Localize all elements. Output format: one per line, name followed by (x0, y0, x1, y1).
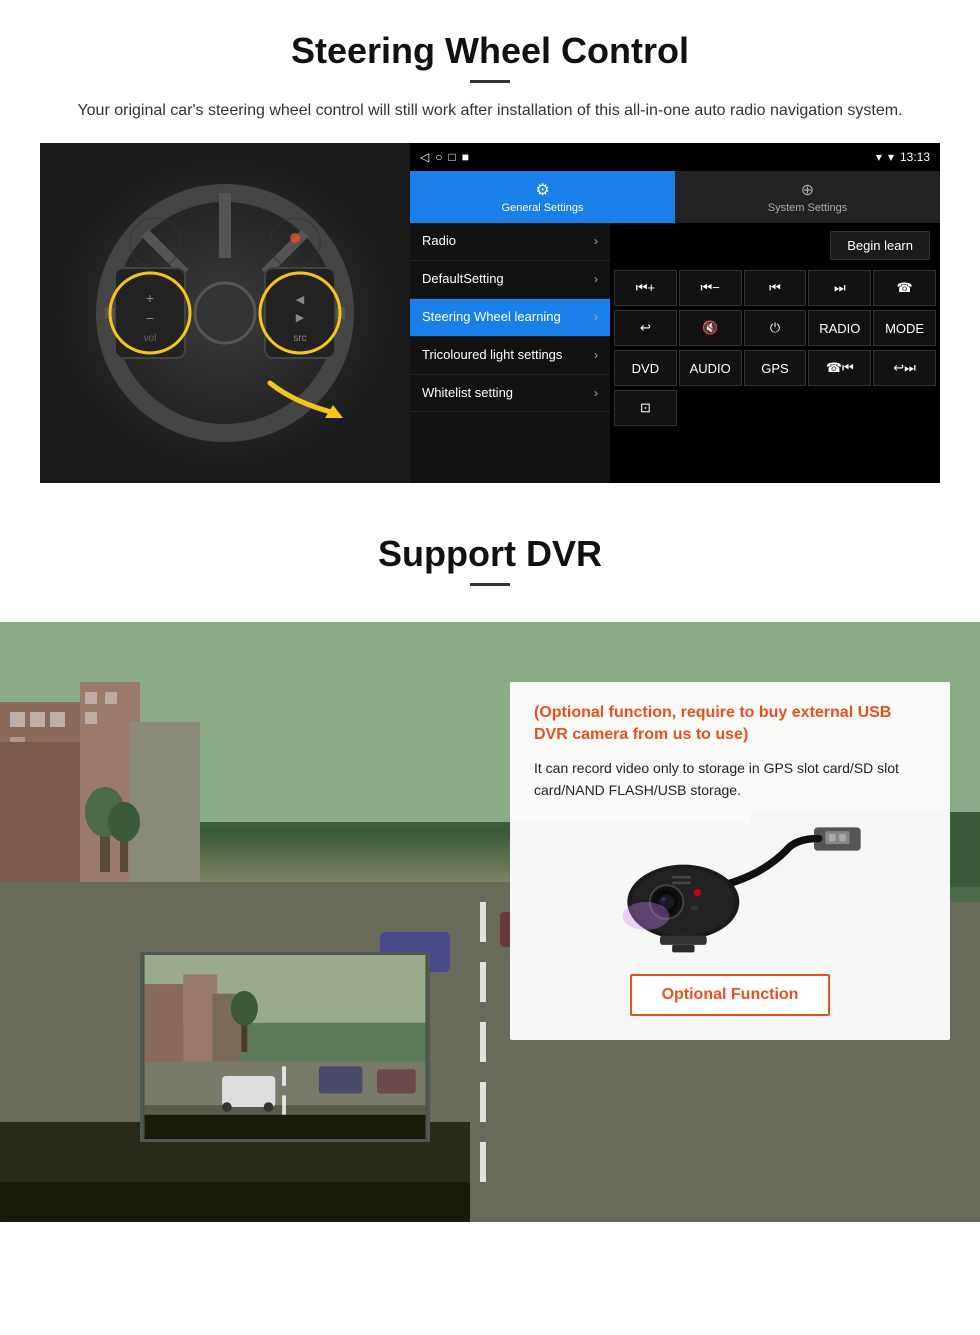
chevron-icon-4: › (594, 348, 598, 362)
menu-item-default[interactable]: DefaultSetting › (410, 261, 610, 299)
dvr-divider (470, 583, 510, 586)
dvr-title-area: Support DVR (0, 503, 980, 622)
ctrl-call-prev[interactable]: ☎⏮ (808, 350, 871, 386)
menu-tricoloured-label: Tricoloured light settings (422, 347, 562, 364)
dvr-title: Support DVR (40, 533, 940, 575)
menu-item-tricoloured[interactable]: Tricoloured light settings › (410, 337, 610, 375)
svg-text:+: + (146, 290, 154, 306)
dvr-photo-background: (Optional function, require to buy exter… (0, 622, 980, 1222)
control-panel: Begin learn ⏮+ ⏮− ⏮ ⏭ ☎ ↩ 🔇 ⏻ (610, 223, 940, 483)
controls-row-3: DVD AUDIO GPS ☎⏮ ↩⏭ (610, 348, 940, 388)
tab-general-label: General Settings (502, 202, 584, 214)
menu-area: Radio › DefaultSetting › Steering Wheel … (410, 223, 940, 483)
chevron-icon: › (594, 234, 598, 248)
signal-icon: ▾ (876, 150, 882, 164)
svg-text:◀: ◀ (296, 294, 305, 306)
dvr-camera-area (534, 818, 926, 958)
statusbar-time: 13:13 (900, 150, 930, 164)
menu-whitelist-label: Whitelist setting (422, 385, 513, 402)
steering-content-area: + − vol ◀ ▶ src (40, 143, 940, 483)
ctrl-power[interactable]: ⏻ (744, 310, 807, 346)
dvr-info-box: (Optional function, require to buy exter… (510, 682, 950, 1040)
tab-bar: ⚙ General Settings ⊕ System Settings (410, 171, 940, 223)
ctrl-vol-up[interactable]: ⏮+ (614, 270, 677, 306)
dvr-scene: (Optional function, require to buy exter… (0, 622, 980, 1222)
dvr-section: Support DVR (0, 503, 980, 1222)
nav-recents-icon: □ (448, 150, 455, 164)
ctrl-next[interactable]: ⏭ (808, 270, 871, 306)
svg-text:▶: ▶ (296, 312, 305, 324)
chevron-icon-2: › (594, 272, 598, 286)
nav-home-icon: ○ (435, 150, 442, 164)
nav-back-icon: ◁ (420, 150, 429, 164)
steering-photo: + − vol ◀ ▶ src (40, 143, 410, 483)
android-statusbar: ◁ ○ □ ■ ▾ ▾ 13:13 (410, 143, 940, 171)
menu-steering-label: Steering Wheel learning (422, 309, 561, 326)
steering-wheel-graphic: + − vol ◀ ▶ src (85, 173, 365, 453)
ctrl-extra[interactable]: ⊡ (614, 390, 677, 426)
android-ui-panel: ◁ ○ □ ■ ▾ ▾ 13:13 ⚙ General Settings ⊕ S… (410, 143, 940, 483)
controls-row-4: ⊡ (610, 388, 940, 428)
ctrl-gps[interactable]: GPS (744, 350, 807, 386)
begin-learn-row: Begin learn (610, 223, 940, 268)
dvr-camera-svg (580, 818, 880, 958)
system-icon: ⊕ (801, 180, 814, 200)
steering-photo-inner: + − vol ◀ ▶ src (40, 143, 410, 483)
controls-row-2: ↩ 🔇 ⏻ RADIO MODE (610, 308, 940, 348)
ctrl-prev[interactable]: ⏮ (744, 270, 807, 306)
menu-item-whitelist[interactable]: Whitelist setting › (410, 375, 610, 413)
ctrl-hangup[interactable]: ↩ (614, 310, 677, 346)
wifi-icon: ▾ (888, 150, 894, 164)
ctrl-vol-down[interactable]: ⏮− (679, 270, 742, 306)
begin-learn-button[interactable]: Begin learn (830, 231, 930, 260)
svg-text:vol: vol (144, 333, 157, 344)
tab-system-settings[interactable]: ⊕ System Settings (675, 171, 940, 223)
menu-item-steering[interactable]: Steering Wheel learning › (410, 299, 610, 337)
chevron-icon-3: › (594, 310, 598, 324)
dvr-description: It can record video only to storage in G… (534, 757, 926, 802)
nav-menu-icon: ■ (462, 150, 469, 164)
chevron-icon-5: › (594, 386, 598, 400)
steering-description: Your original car's steering wheel contr… (60, 99, 920, 123)
ctrl-radio[interactable]: RADIO (808, 310, 871, 346)
ctrl-mute[interactable]: 🔇 (679, 310, 742, 346)
settings-icon: ⚙ (535, 180, 549, 200)
optional-function-button[interactable]: Optional Function (630, 974, 831, 1016)
tab-system-label: System Settings (768, 202, 847, 214)
svg-text:−: − (146, 310, 154, 326)
ctrl-call[interactable]: ☎ (873, 270, 936, 306)
svg-text:src: src (293, 333, 306, 344)
ctrl-mode[interactable]: MODE (873, 310, 936, 346)
menu-item-radio[interactable]: Radio › (410, 223, 610, 261)
steering-title: Steering Wheel Control (40, 30, 940, 72)
dashcam-footage-svg (143, 955, 427, 1139)
menu-list: Radio › DefaultSetting › Steering Wheel … (410, 223, 610, 483)
dashcam-preview (140, 952, 430, 1142)
ctrl-back-next[interactable]: ↩⏭ (873, 350, 936, 386)
title-divider (470, 80, 510, 83)
menu-default-label: DefaultSetting (422, 271, 504, 288)
ctrl-dvd[interactable]: DVD (614, 350, 677, 386)
tab-general-settings[interactable]: ⚙ General Settings (410, 171, 675, 223)
menu-radio-label: Radio (422, 233, 456, 250)
ctrl-audio[interactable]: AUDIO (679, 350, 742, 386)
dvr-optional-notice: (Optional function, require to buy exter… (534, 702, 926, 747)
steering-section: Steering Wheel Control Your original car… (0, 0, 980, 503)
controls-row-1: ⏮+ ⏮− ⏮ ⏭ ☎ (610, 268, 940, 308)
